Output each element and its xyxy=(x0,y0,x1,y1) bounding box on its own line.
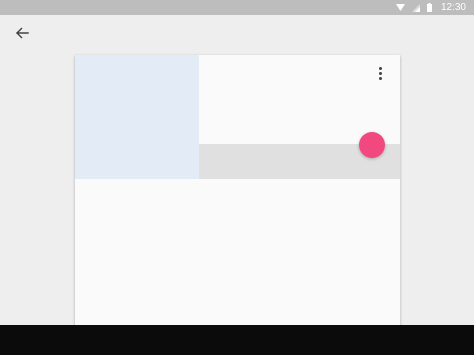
navigation-bar xyxy=(0,325,474,355)
card-thumbnail xyxy=(75,55,199,179)
wifi-icon xyxy=(395,3,405,12)
overflow-menu-button[interactable] xyxy=(371,64,389,82)
signal-icon xyxy=(411,3,420,12)
more-vert-icon xyxy=(378,66,382,70)
content-card xyxy=(75,55,400,345)
status-time: 12:30 xyxy=(440,2,466,13)
battery-icon xyxy=(426,3,432,12)
arrow-back-icon xyxy=(15,26,29,44)
back-button[interactable] xyxy=(12,26,32,44)
floating-action-button[interactable] xyxy=(359,132,385,158)
status-bar: 12:30 xyxy=(0,0,474,15)
